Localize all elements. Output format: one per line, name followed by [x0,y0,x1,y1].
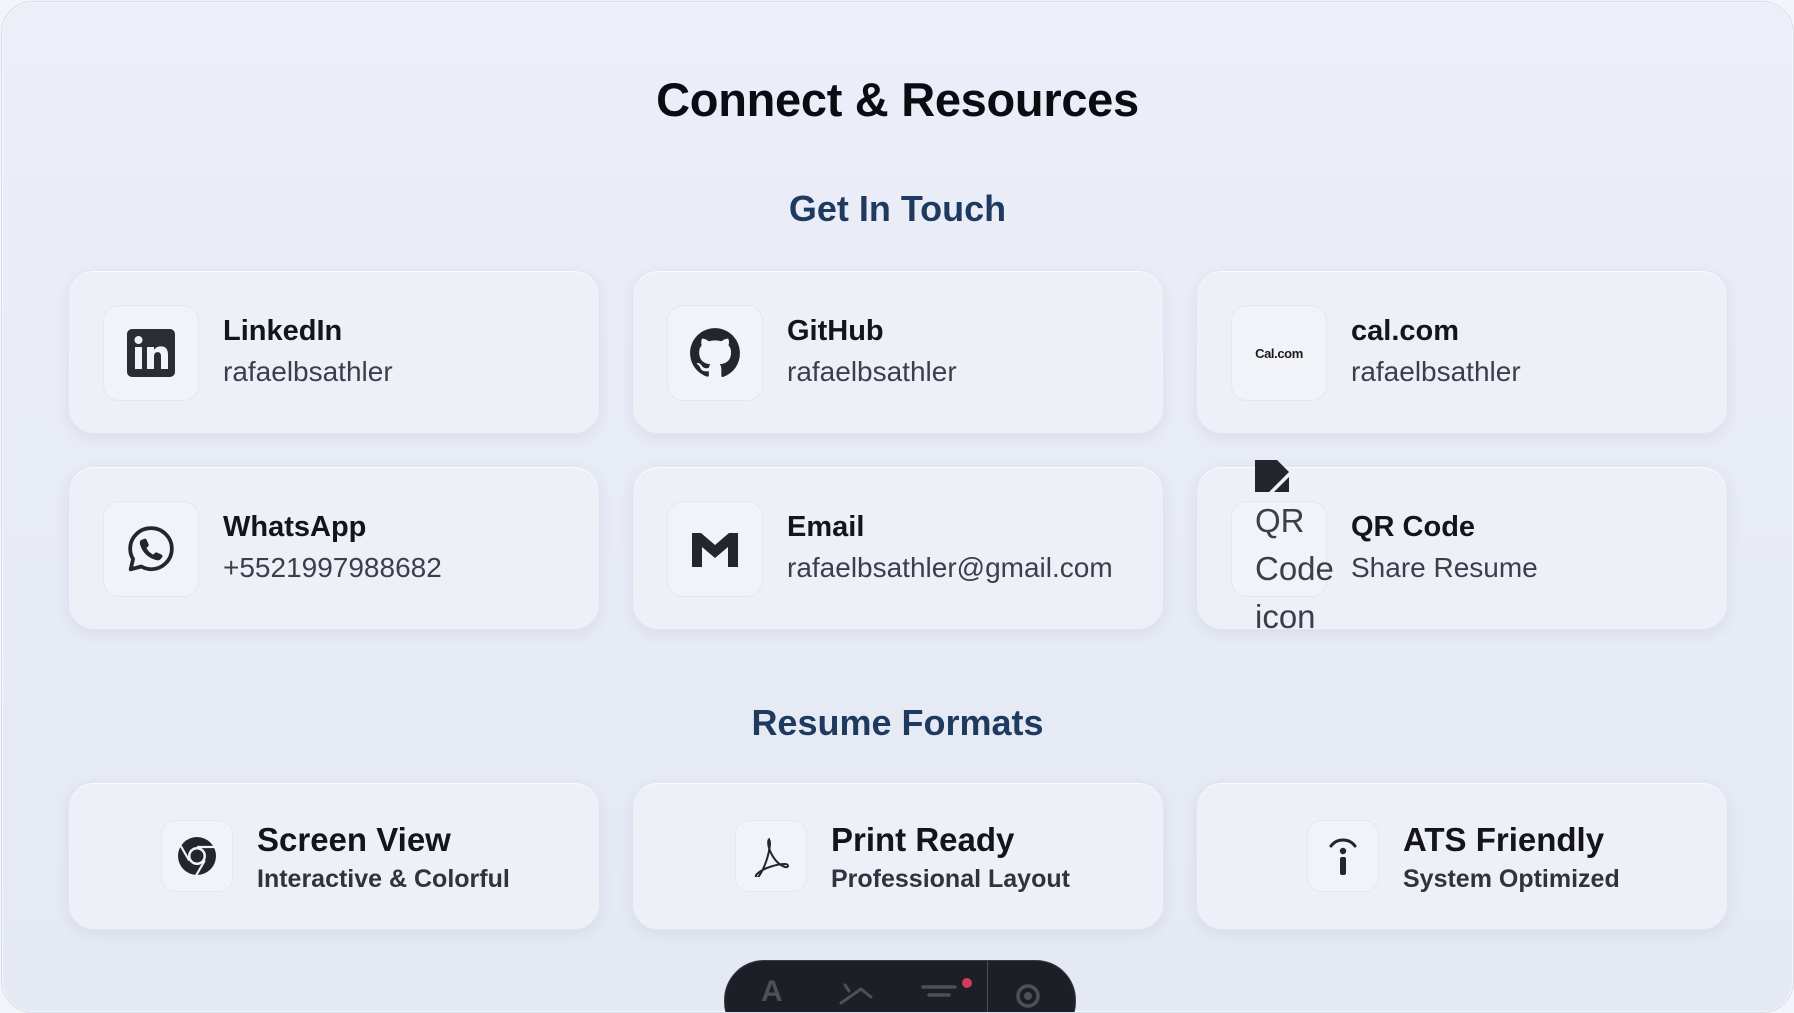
format-subtitle: System Optimized [1403,865,1620,893]
contact-name: LinkedIn [223,315,343,347]
contact-value: rafaelbsathler [787,356,957,387]
github-icon [667,305,763,401]
filter-icon[interactable] [921,981,957,1007]
contact-name: WhatsApp [223,511,367,543]
format-title: ATS Friendly [1403,821,1605,858]
contact-name: GitHub [787,315,884,347]
format-subtitle: Professional Layout [831,865,1070,893]
format-title: Screen View [257,821,451,858]
format-title: Print Ready [831,821,1015,858]
linkedin-icon [103,305,199,401]
contact-card-email[interactable]: Email rafaelbsathler@gmail.com [632,466,1164,630]
format-subtitle: Interactive & Colorful [257,865,510,893]
pdf-icon [735,820,807,892]
contact-card-github[interactable]: GitHub rafaelbsathler [632,270,1164,434]
contact-card-calcom[interactable]: Cal.com cal.com rafaelbsathler [1196,270,1728,434]
qr-code-icon: QR Code icon [1255,502,1334,635]
info-icon [1307,820,1379,892]
dock-divider [987,961,988,1012]
whatsapp-icon [103,501,199,597]
contact-name: cal.com [1351,315,1459,347]
format-card-ats-friendly[interactable]: ATS Friendly System Optimized [1196,782,1728,930]
contact-value: rafaelbsathler@gmail.com [787,552,1113,583]
format-card-print-ready[interactable]: Print Ready Professional Layout [632,782,1164,930]
settings-icon[interactable] [1011,979,1045,1013]
format-card-screen-view[interactable]: Screen View Interactive & Colorful [68,782,600,930]
contact-value: rafaelbsathler [1351,356,1521,387]
text-size-icon[interactable]: A [761,975,783,1009]
calcom-logo-text: Cal.com [1255,345,1303,361]
calcom-icon: Cal.com [1231,305,1327,401]
gmail-icon [667,501,763,597]
section-title-get-in-touch: Get In Touch [788,188,1007,229]
section-title-resume-formats: Resume Formats [751,702,1044,743]
contact-card-qr-code[interactable]: QR Code icon QR Code Share Resume [1196,460,1728,635]
chrome-icon [161,820,233,892]
broken-image-icon [1255,460,1289,492]
theme-icon[interactable] [837,981,877,1007]
page-title: Connect & Resources [656,73,1139,126]
floating-toolbar: A [724,960,1076,1013]
contact-value: +5521997988682 [223,552,442,583]
notification-dot [962,978,972,988]
contact-card-linkedin[interactable]: LinkedIn rafaelbsathler [68,270,600,434]
connect-resources-panel: Connect & Resources Get In Touch LinkedI… [1,1,1794,1013]
contact-value: Share Resume [1351,552,1538,583]
contact-card-whatsapp[interactable]: WhatsApp +5521997988682 [68,466,600,630]
contact-value: rafaelbsathler [223,356,393,387]
contact-name: QR Code [1351,511,1476,543]
contact-name: Email [787,511,865,543]
